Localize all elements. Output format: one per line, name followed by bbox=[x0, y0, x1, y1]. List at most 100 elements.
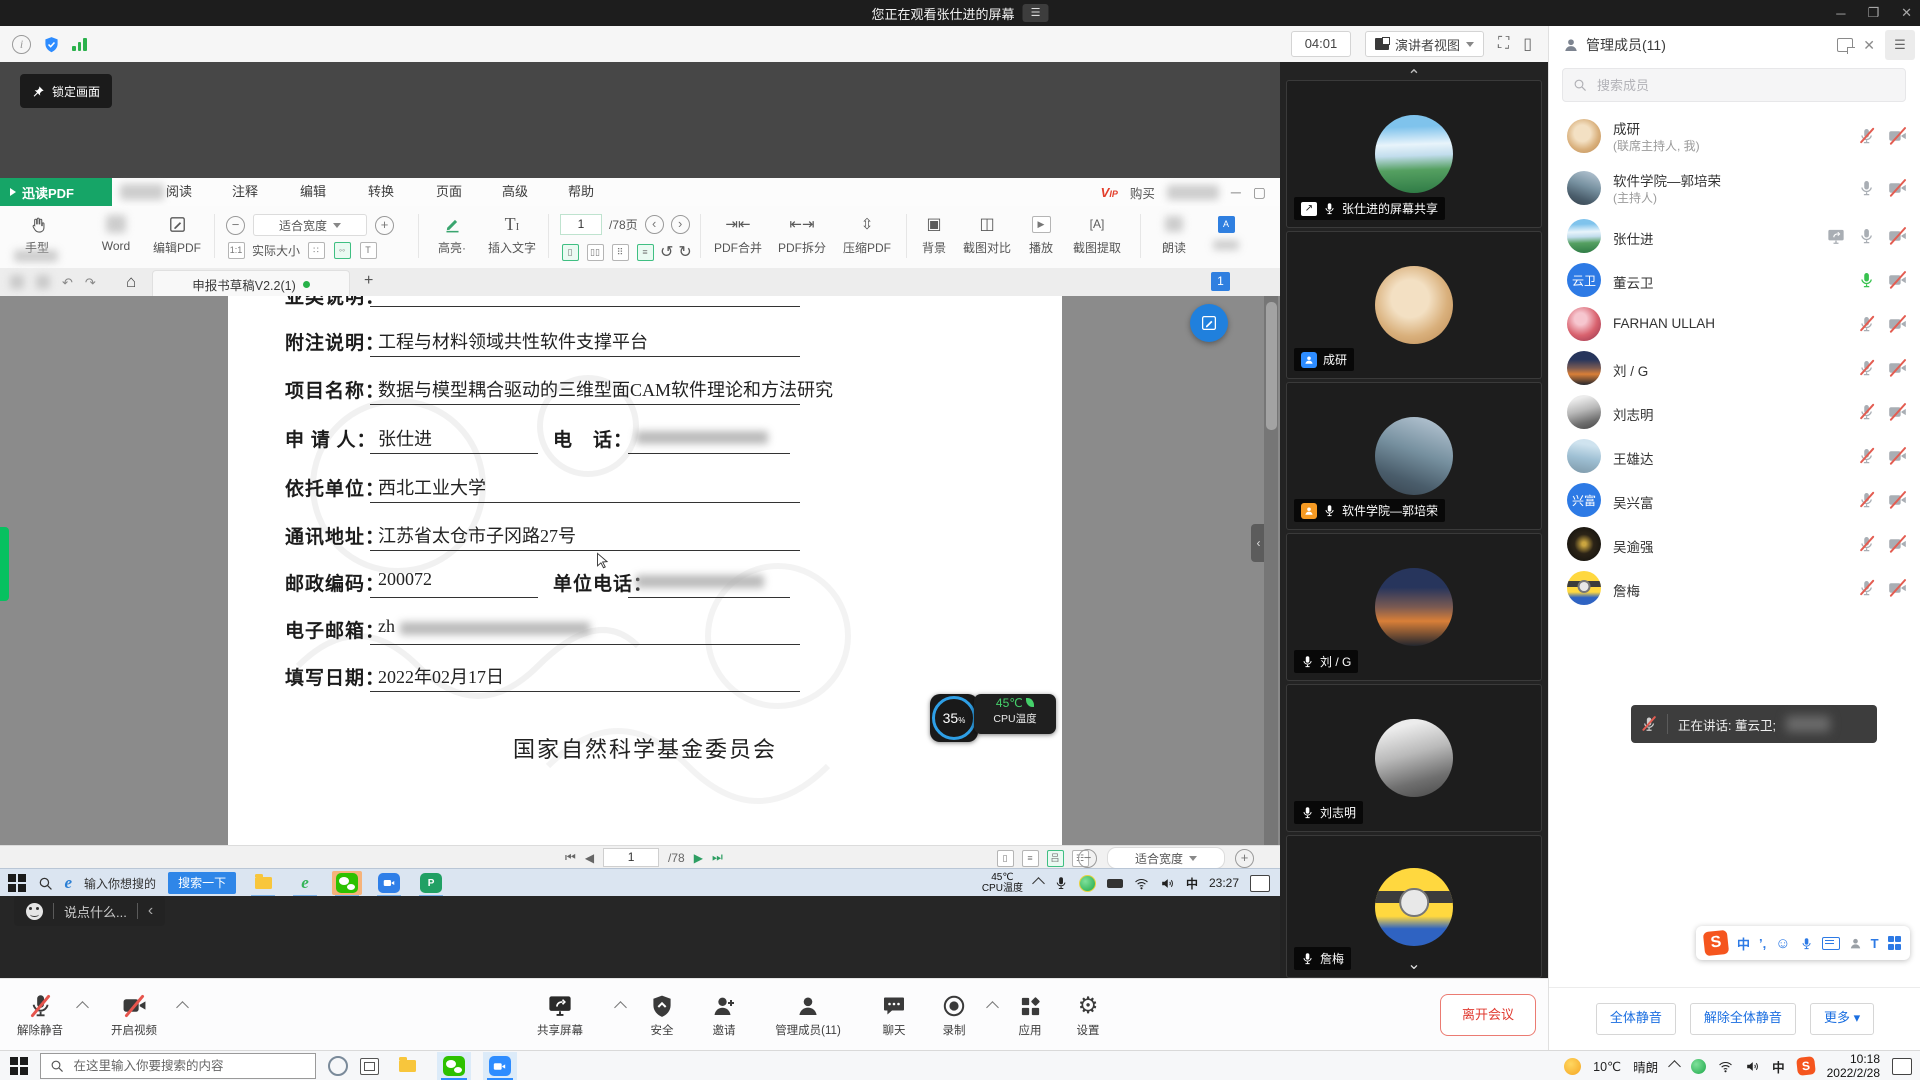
play-tool[interactable]: ▶ 播放 bbox=[1020, 212, 1062, 256]
system-clock[interactable]: 10:18 2022/2/28 bbox=[1827, 1052, 1880, 1080]
pdf-menu-blurred-tab[interactable] bbox=[120, 184, 164, 200]
shared-start-button[interactable] bbox=[8, 874, 26, 892]
mic-muted-icon[interactable] bbox=[1858, 448, 1875, 465]
danmaku-input-bar[interactable]: 说点什么... ‹ bbox=[14, 896, 165, 926]
cpu-monitor-widget[interactable]: 35% 45℃ CPU温度 bbox=[930, 694, 1056, 742]
tray-expand-chevron[interactable] bbox=[1032, 877, 1045, 890]
unmute-button[interactable]: 解除静音 bbox=[6, 990, 74, 1038]
redo-icon[interactable]: ↷ bbox=[85, 275, 96, 291]
chat-button[interactable]: 聊天 bbox=[868, 990, 920, 1038]
sharing-banner-menu-icon[interactable]: ☰ bbox=[1023, 4, 1049, 22]
meeting-security-icon[interactable] bbox=[43, 36, 60, 53]
pdf-menu-advanced[interactable]: 高级 bbox=[502, 178, 528, 206]
ime-keyboard-icon[interactable] bbox=[1822, 937, 1840, 950]
antivirus-ball-icon[interactable] bbox=[1079, 875, 1096, 892]
screenshot-extract-tool[interactable]: [A] 截图提取 bbox=[1066, 212, 1128, 256]
tiles-collapse-down-icon[interactable]: ⌄ bbox=[1407, 954, 1420, 974]
actual-size-icon[interactable]: 1:1 bbox=[228, 242, 245, 259]
more-button[interactable]: 更多 ▾ bbox=[1810, 1003, 1874, 1035]
convert-word-tool[interactable]: Word bbox=[88, 212, 144, 253]
pdf-account-blurred[interactable] bbox=[1167, 185, 1219, 200]
ime-voice-icon[interactable] bbox=[1800, 937, 1813, 950]
mic-speaking-icon[interactable] bbox=[1858, 272, 1875, 289]
tile-guopeirong[interactable]: 软件学院—郭培荣 bbox=[1286, 382, 1542, 530]
next-page-button[interactable]: › bbox=[671, 215, 690, 234]
status-layout-icon-2[interactable]: ≡ bbox=[1022, 850, 1039, 867]
text-fit-icon[interactable]: T bbox=[360, 242, 377, 259]
member-row[interactable]: 成研 (联席主持人, 我) bbox=[1549, 110, 1920, 162]
weather-sun-icon[interactable] bbox=[1564, 1058, 1581, 1075]
tile-liuzhiming[interactable]: 刘志明 bbox=[1286, 684, 1542, 832]
pdf-menu-convert[interactable]: 转换 bbox=[368, 178, 394, 206]
security-button[interactable]: 安全 bbox=[634, 990, 690, 1038]
tile-screen-share[interactable]: ↗ 张仕进的屏幕共享 bbox=[1286, 80, 1542, 228]
status-zoom-in-button[interactable]: + bbox=[1235, 849, 1254, 868]
ime-toolbox-icon[interactable] bbox=[1888, 936, 1902, 950]
tabbar-tool-blurred-2[interactable] bbox=[36, 275, 50, 289]
status-page-input[interactable]: 1 bbox=[603, 848, 659, 867]
shared-search-icon[interactable] bbox=[38, 876, 53, 891]
camera-off-icon[interactable] bbox=[1888, 447, 1907, 466]
member-row[interactable]: 张仕进 bbox=[1549, 214, 1920, 258]
view-mode-dropdown[interactable]: 演讲者视图 bbox=[1365, 31, 1484, 57]
danmaku-placeholder[interactable]: 说点什么... bbox=[64, 902, 127, 921]
sogou-tray-icon[interactable]: S bbox=[1796, 1056, 1816, 1076]
taskbar-search-box[interactable] bbox=[40, 1053, 316, 1079]
member-row[interactable]: 刘志明 bbox=[1549, 390, 1920, 434]
pdf-restore-icon[interactable]: ▢ bbox=[1253, 184, 1266, 201]
home-icon[interactable]: ⌂ bbox=[126, 272, 136, 292]
insert-text-tool[interactable]: TI 插入文字 bbox=[482, 212, 542, 256]
tile-zhanmei[interactable]: 詹梅 ⌄ bbox=[1286, 835, 1542, 978]
panel-menu-icon[interactable]: ☰ bbox=[1885, 30, 1915, 60]
mute-all-button[interactable]: 全体静音 bbox=[1596, 1003, 1676, 1035]
sogou-logo-icon[interactable]: S bbox=[1703, 930, 1729, 956]
mic-muted-icon[interactable] bbox=[1858, 492, 1875, 509]
pdf-split-tool[interactable]: ⇤⇥ PDF拆分 bbox=[772, 212, 832, 256]
first-page-button[interactable]: ⏮ bbox=[565, 850, 576, 865]
status-layout-icon-3[interactable]: 吕 bbox=[1047, 850, 1064, 867]
zoom-in-button[interactable]: + bbox=[375, 216, 394, 235]
mic-muted-icon[interactable] bbox=[1858, 536, 1875, 553]
continuous-view-icon[interactable]: ≡ bbox=[637, 244, 654, 261]
rotate-left-icon[interactable]: ↺ bbox=[660, 242, 673, 262]
single-page-view-icon[interactable]: ▯ bbox=[562, 244, 579, 261]
panel-close-icon[interactable]: ✕ bbox=[1863, 37, 1875, 54]
pdf-compress-tool[interactable]: ⇳ 压缩PDF bbox=[836, 212, 898, 256]
undo-icon[interactable]: ↶ bbox=[62, 275, 73, 291]
mic-muted-icon[interactable] bbox=[1858, 404, 1875, 421]
panel-popout-icon[interactable] bbox=[1837, 38, 1853, 52]
taskbar-meeting-app[interactable] bbox=[483, 1052, 517, 1080]
quad-page-view-icon[interactable]: ⠿ bbox=[612, 244, 629, 261]
side-panel-toggle-icon[interactable]: ▯ bbox=[1523, 34, 1532, 54]
ime-account-icon[interactable] bbox=[1849, 937, 1862, 950]
page-fit-icon[interactable]: ∷ bbox=[308, 242, 325, 259]
prev-page-button[interactable]: ‹ bbox=[645, 215, 664, 234]
wechat-side-handle[interactable] bbox=[0, 527, 9, 601]
camera-off-icon[interactable] bbox=[1888, 359, 1907, 378]
lock-view-button[interactable]: 锁定画面 bbox=[20, 74, 112, 108]
cortana-icon[interactable] bbox=[328, 1056, 348, 1076]
leave-meeting-button[interactable]: 离开会议 bbox=[1440, 994, 1536, 1036]
double-page-view-icon[interactable]: ▯▯ bbox=[587, 244, 604, 261]
pdf-menu-page[interactable]: 页面 bbox=[436, 178, 462, 206]
wifi-icon[interactable] bbox=[1718, 1059, 1733, 1074]
invite-button[interactable]: 邀请 bbox=[696, 990, 752, 1038]
window-minimize-button[interactable]: ─ bbox=[1836, 6, 1845, 21]
tray-ime-indicator[interactable]: 中 bbox=[1186, 875, 1198, 892]
tile-chengyan[interactable]: 成研 bbox=[1286, 231, 1542, 379]
tray-wifi-icon[interactable] bbox=[1134, 876, 1149, 891]
translate-tool[interactable]: A bbox=[1204, 212, 1248, 253]
mic-on-icon[interactable] bbox=[1858, 180, 1875, 197]
pdf-buy-button[interactable]: 购买 bbox=[1130, 183, 1155, 202]
rotate-right-icon[interactable]: ↻ bbox=[678, 242, 691, 262]
zoom-out-button[interactable]: − bbox=[226, 216, 245, 235]
taskbar-search-input[interactable] bbox=[72, 1058, 296, 1074]
tray-speaker-icon[interactable] bbox=[1160, 876, 1175, 891]
pdf-minimize-icon[interactable]: ─ bbox=[1231, 184, 1241, 200]
camera-off-icon[interactable] bbox=[1888, 579, 1907, 598]
fullscreen-icon[interactable]: ⛶ bbox=[1498, 35, 1509, 53]
tile-liu-g[interactable]: 刘 / G bbox=[1286, 533, 1542, 681]
taskbar-wechat[interactable] bbox=[437, 1052, 471, 1080]
member-row[interactable]: FARHAN ULLAH bbox=[1549, 302, 1920, 346]
shared-taskbar-browser[interactable]: e bbox=[290, 871, 320, 895]
